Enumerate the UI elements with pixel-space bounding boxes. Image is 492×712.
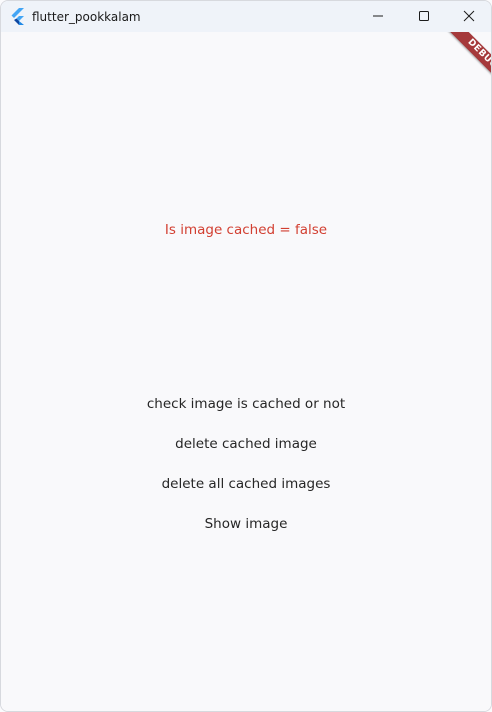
- window-title: flutter_pookkalam: [32, 10, 141, 24]
- check-cached-button[interactable]: check image is cached or not: [1, 394, 491, 414]
- cache-status-text: Is image cached = false: [164, 222, 328, 238]
- delete-all-cached-images-button[interactable]: delete all cached images: [1, 474, 491, 494]
- close-button[interactable]: [446, 1, 491, 32]
- maximize-button[interactable]: [401, 1, 447, 32]
- debug-banner-label: DEBUG: [444, 32, 491, 92]
- debug-banner: DEBUG: [432, 32, 491, 92]
- title-bar[interactable]: flutter_pookkalam: [1, 1, 491, 32]
- show-image-button[interactable]: Show image: [1, 514, 491, 534]
- maximize-icon: [418, 7, 430, 26]
- close-icon: [463, 7, 475, 26]
- delete-cached-image-button[interactable]: delete cached image: [1, 434, 491, 454]
- app-window: flutter_pookkalam Is image cached = fals…: [0, 0, 492, 712]
- minimize-button[interactable]: [355, 1, 401, 32]
- flutter-logo-icon: [10, 8, 26, 25]
- app-body: Is image cached = false check image is c…: [1, 32, 491, 711]
- minimize-icon: [372, 7, 384, 26]
